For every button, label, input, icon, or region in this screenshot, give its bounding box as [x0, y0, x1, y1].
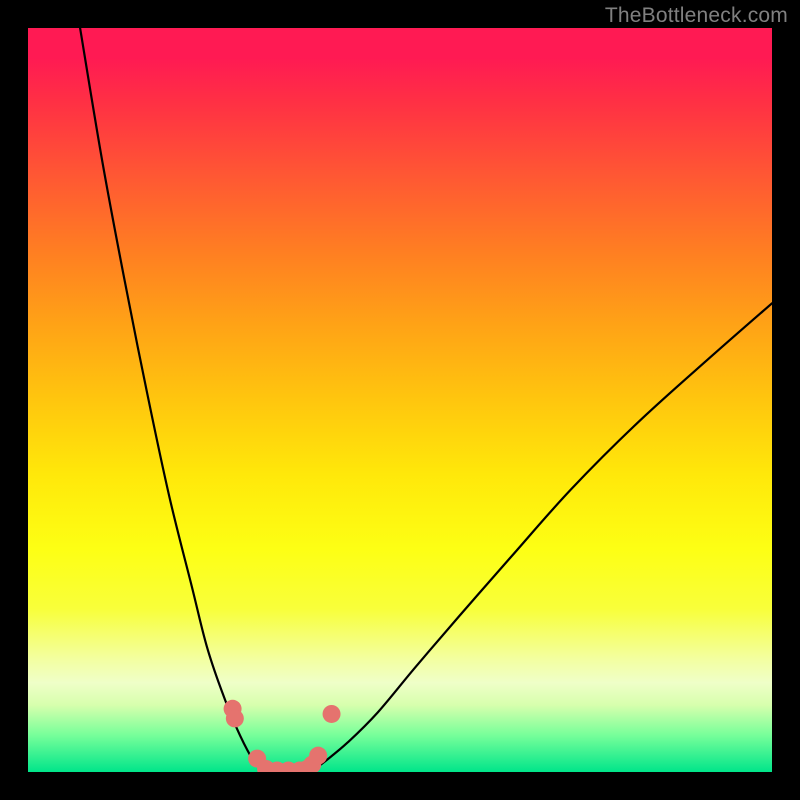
valley-marker [226, 709, 244, 727]
curve-layer [28, 28, 772, 772]
valley-marker [309, 747, 327, 765]
plot-area [28, 28, 772, 772]
bottleneck-curve [80, 28, 772, 772]
watermark-text: TheBottleneck.com [605, 4, 788, 28]
valley-marker [323, 705, 341, 723]
chart-frame: TheBottleneck.com [0, 0, 800, 800]
